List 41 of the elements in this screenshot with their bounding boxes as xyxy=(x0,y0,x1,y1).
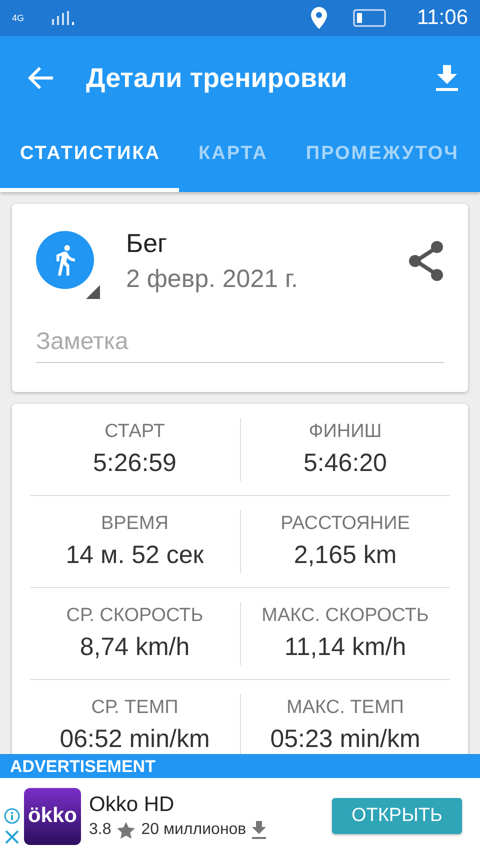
ad-header: ADVERTISEMENT xyxy=(0,754,480,778)
share-icon[interactable] xyxy=(408,241,444,281)
tab[interactable]: СТАТИСТИКА xyxy=(0,120,179,192)
stat-label: РАССТОЯНИЕ xyxy=(280,513,410,535)
app-rating: 3.8 xyxy=(89,821,112,839)
tab[interactable]: ПРОМЕЖУТОЧ xyxy=(286,120,477,192)
open-button[interactable]: ОТКРЫТЬ xyxy=(332,798,462,834)
stat-label: МАКС. СКОРОСТЬ xyxy=(262,605,429,627)
stat-label: МАКС. ТЕМП xyxy=(286,697,404,719)
stat-value: 14 м. 52 сек xyxy=(66,541,204,570)
close-icon[interactable] xyxy=(5,830,19,844)
tab[interactable]: КАРТА xyxy=(178,120,286,192)
stat-label: ФИНИШ xyxy=(308,421,382,443)
stat-label: СР. СКОРОСТЬ xyxy=(66,605,204,627)
clock: 11:06 xyxy=(417,6,468,30)
install-count: 20 миллионов xyxy=(141,821,246,839)
stat-value: 05:23 min/km xyxy=(270,725,420,754)
info-icon[interactable] xyxy=(4,808,20,824)
stat-label: СТАРТ xyxy=(104,421,165,443)
stat-label: СР. ТЕМП xyxy=(91,697,178,719)
stat-value: 06:52 min/km xyxy=(60,725,210,754)
download-icon xyxy=(252,821,266,839)
network-indicator: 4G xyxy=(12,14,26,22)
download-icon[interactable] xyxy=(436,65,458,91)
stat-value: 2,165 km xyxy=(294,541,397,570)
location-icon xyxy=(311,7,327,29)
stat-value: 5:46:20 xyxy=(304,449,387,478)
app-logo: ökko xyxy=(24,788,81,844)
app-name: Okko HD xyxy=(89,793,176,817)
note-field[interactable]: Заметка xyxy=(36,324,444,363)
stat-label: ВРЕМЯ xyxy=(100,513,169,535)
screen-title: Детали тренировки xyxy=(86,62,348,94)
stat-value: 5:26:59 xyxy=(93,449,176,478)
corner-triangle-icon xyxy=(86,285,100,299)
back-arrow-icon[interactable] xyxy=(28,67,54,89)
star-icon xyxy=(117,822,136,838)
workout-date: 2 февр. 2021 г. xyxy=(126,265,299,294)
stat-value: 11,14 km/h xyxy=(284,633,406,662)
workout-type: Бег xyxy=(126,228,168,259)
battery-icon xyxy=(353,9,387,27)
stat-value: 8,74 km/h xyxy=(80,633,190,662)
